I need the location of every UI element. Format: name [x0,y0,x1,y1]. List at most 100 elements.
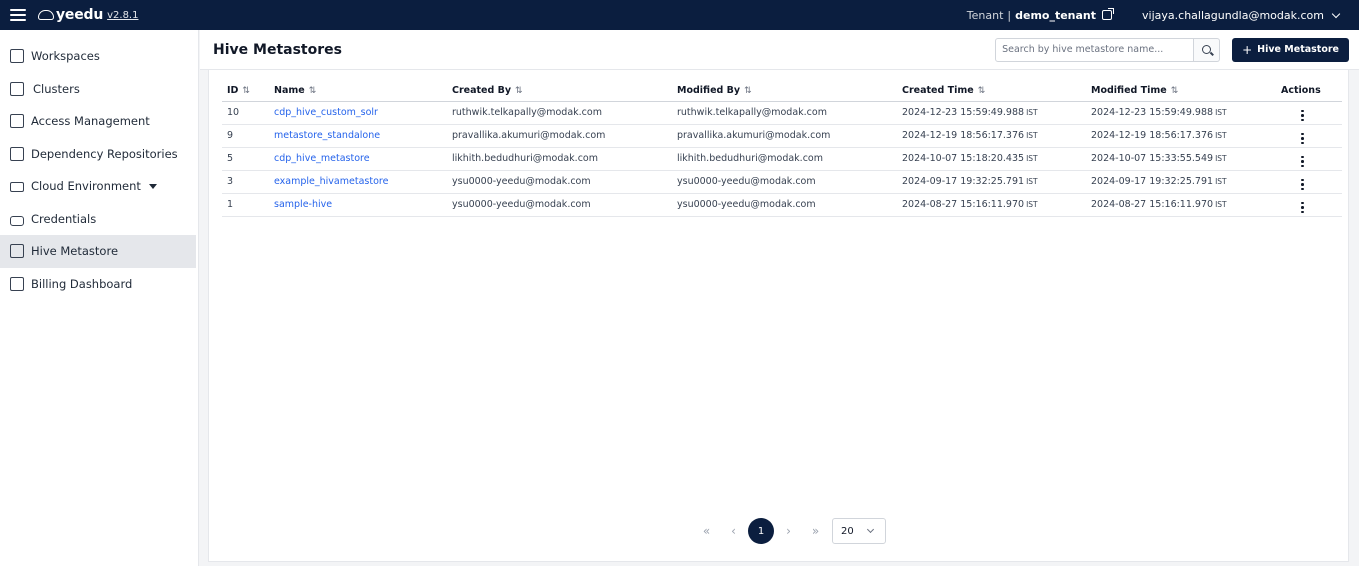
tenant-separator: | [1007,8,1012,22]
search-input[interactable] [995,37,1195,62]
page-title: Hive Metastores [213,41,342,58]
sidebar-item-billing-dashboard[interactable]: Billing Dashboard [0,268,198,301]
version-link[interactable]: v2.8.1 [107,10,138,21]
column-header-actions: Actions [1276,80,1342,102]
sidebar-item-dependency-repositories[interactable]: Dependency Repositories [0,138,198,171]
caret-down-icon[interactable] [148,183,157,189]
page-header: Hive Metastores + Hive Metastore [200,30,1359,70]
cell-id: 5 [222,147,269,171]
column-header-id[interactable]: ID ⇅ [222,80,269,102]
cell-modified-time: 2024-08-27 15:16:11.970 IST [1086,193,1276,217]
table-row: 1 sample-hive ysu0000-yeedu@modak.com ys… [222,193,1342,217]
more-actions-icon[interactable] [1301,201,1304,213]
metastore-name-link[interactable]: sample-hive [274,199,332,210]
cell-created-time: 2024-10-07 15:18:20.435 IST [897,147,1086,171]
table-row: 5 cdp_hive_metastore likhith.bedudhuri@m… [222,147,1342,171]
prev-page-button[interactable]: ‹ [720,518,747,544]
sort-icon[interactable]: ⇅ [744,86,752,96]
cell-id: 9 [222,124,269,148]
metastore-table: ID ⇅ Name ⇅ Created By ⇅ Modified By ⇅ Creat… [222,80,1342,217]
cell-created-time: 2024-09-17 19:32:25.791 IST [897,170,1086,194]
cell-id: 3 [222,170,269,194]
last-page-button[interactable]: » [802,518,829,544]
user-menu[interactable]: vijaya.challagundla@modak.com [1142,9,1324,22]
metastore-name-link[interactable]: metastore_standalone [274,130,380,141]
sidebar: Workspaces Clusters Access Management De… [0,30,199,566]
sort-icon[interactable]: ⇅ [309,86,317,96]
sidebar-item-label: Clusters [33,81,80,96]
sidebar-item-label: Dependency Repositories [31,146,178,161]
cell-created-time: 2024-12-23 15:59:49.988 IST [897,101,1086,125]
more-actions-icon[interactable] [1301,132,1304,144]
cell-id: 10 [222,101,269,125]
cell-modified-time: 2024-09-17 19:32:25.791 IST [1086,170,1276,194]
table-row: 9 metastore_standalone pravallika.akumur… [222,124,1342,148]
next-page-button[interactable]: › [775,518,802,544]
sort-icon[interactable]: ⇅ [978,86,986,96]
more-actions-icon[interactable] [1301,178,1304,190]
logo[interactable]: yeedu v2.8.1 [38,7,138,23]
page-size-select[interactable]: 20 [832,518,886,544]
sidebar-item-clusters[interactable]: Clusters [0,73,198,106]
sort-icon[interactable]: ⇅ [1171,86,1179,96]
cell-modified-by: pravallika.akumuri@modak.com [672,124,897,148]
sidebar-item-credentials[interactable]: Credentials [0,203,198,236]
sidebar-item-workspaces[interactable]: Workspaces [0,40,198,73]
cell-created-by: pravallika.akumuri@modak.com [447,124,672,148]
metastore-name-link[interactable]: example_hivametastore [274,176,388,187]
sidebar-item-access-management[interactable]: Access Management [0,105,198,138]
first-page-button[interactable]: « [693,518,720,544]
sidebar-item-label: Cloud Environment [31,179,141,194]
access-management-icon [10,114,24,129]
sort-icon[interactable]: ⇅ [515,86,523,96]
page-size-value: 20 [841,525,854,537]
sidebar-item-label: Billing Dashboard [31,276,133,291]
pagination: « ‹ 1 › » 20 [693,518,886,544]
table-card: ID ⇅ Name ⇅ Created By ⇅ Modified By ⇅ Creat… [208,70,1349,562]
menu-icon[interactable] [10,9,26,21]
column-header-name[interactable]: Name ⇅ [269,80,447,102]
plus-icon: + [1242,42,1253,57]
current-page-button[interactable]: 1 [748,518,774,544]
more-actions-icon[interactable] [1301,155,1304,167]
lock-icon [10,215,24,226]
sidebar-item-hive-metastore[interactable]: Hive Metastore [0,235,196,268]
column-header-modified-by[interactable]: Modified By ⇅ [672,80,897,102]
search-button[interactable] [1194,37,1221,62]
column-header-created-time[interactable]: Created Time ⇅ [897,80,1086,102]
cell-created-time: 2024-12-19 18:56:17.376 IST [897,124,1086,148]
chevron-down-icon[interactable] [1331,9,1341,18]
clusters-icon [10,81,24,96]
cell-created-time: 2024-08-27 15:16:11.970 IST [897,193,1086,217]
sort-icon[interactable]: ⇅ [242,86,250,96]
logo-text: yeedu [56,7,104,23]
cell-modified-by: ysu0000-yeedu@modak.com [672,193,897,217]
metastore-name-link[interactable]: cdp_hive_metastore [274,153,370,164]
add-hive-metastore-button[interactable]: + Hive Metastore [1232,37,1349,62]
cell-created-by: ruthwik.telkapally@modak.com [447,101,672,125]
workspaces-icon [10,49,24,64]
sidebar-item-label: Access Management [31,114,150,129]
column-header-modified-time[interactable]: Modified Time ⇅ [1086,80,1276,102]
cloud-environment-icon [10,182,24,193]
more-actions-icon[interactable] [1301,109,1304,121]
cell-created-by: likhith.bedudhuri@modak.com [447,147,672,171]
hive-metastore-icon [10,244,24,259]
cell-created-by: ysu0000-yeedu@modak.com [447,193,672,217]
table-row: 10 cdp_hive_custom_solr ruthwik.telkapal… [222,101,1342,125]
table-row: 3 example_hivametastore ysu0000-yeedu@mo… [222,170,1342,194]
cell-id: 1 [222,193,269,217]
sidebar-item-cloud-environment[interactable]: Cloud Environment [0,170,198,203]
search-icon [1202,44,1212,54]
main-content: Hive Metastores + Hive Metastore ID⇅ Nam… [200,30,1359,566]
top-bar: yeedu v2.8.1 Tenant | demo_tenant vijaya… [0,0,1359,30]
tenant-name: demo_tenant [1015,8,1097,22]
column-header-created-by[interactable]: Created By ⇅ [447,80,672,102]
cell-modified-by: ysu0000-yeedu@modak.com [672,170,897,194]
add-button-label: Hive Metastore [1257,44,1339,55]
cell-modified-time: 2024-12-23 15:59:49.988 IST [1086,101,1276,125]
metastore-name-link[interactable]: cdp_hive_custom_solr [274,107,378,118]
sidebar-item-label: Credentials [31,211,97,226]
external-link-icon[interactable] [1102,8,1115,20]
chevron-down-icon [866,525,875,534]
